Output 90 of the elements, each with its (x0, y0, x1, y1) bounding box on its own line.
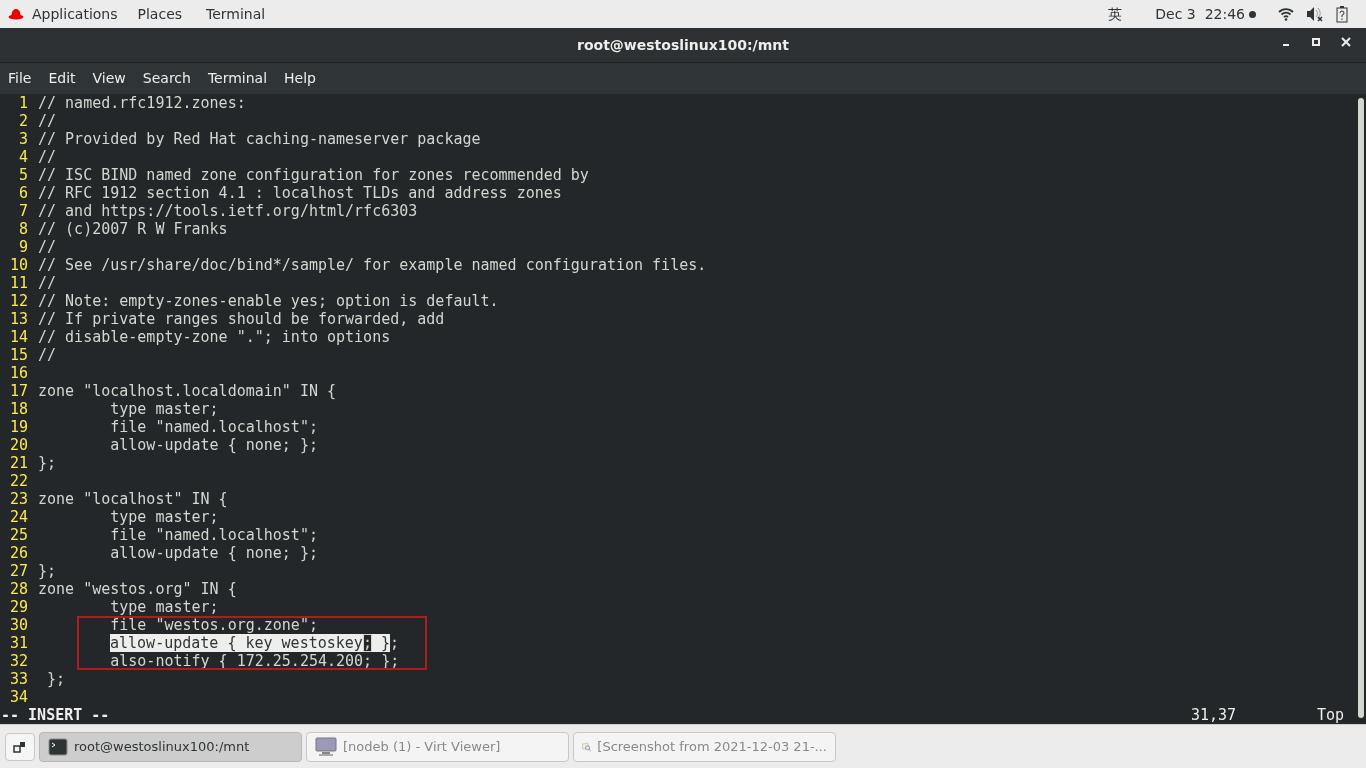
clock[interactable]: Dec 3 22:46 (1155, 3, 1245, 25)
volume-muted-icon[interactable] (1306, 6, 1324, 22)
code-line: // (38, 112, 57, 130)
terminal-icon (48, 737, 68, 756)
line-number: 6 (17, 184, 28, 202)
line-number: 22 (8, 472, 28, 490)
input-method-indicator[interactable]: 英 (1108, 3, 1123, 25)
code-line: // ISC BIND named zone configuration for zones recommended by (38, 166, 589, 184)
code-line: zone "localhost.localdomain" IN { (38, 382, 336, 400)
code-line: // See /usr/share/doc/bind*/sample/ for example named configuration files. (38, 256, 707, 274)
code-line: file "named.localhost"; (109, 418, 318, 436)
code-line: file "westos.org.zone"; (109, 616, 318, 634)
code-line: // disable-empty-zone "."; into options (38, 328, 391, 346)
line-number: 15 (8, 346, 28, 364)
line-number: 27 (8, 562, 28, 580)
window-list-icon (13, 739, 27, 754)
line-number: 5 (17, 166, 28, 184)
line-number: 20 (8, 436, 28, 454)
show-desktop-button[interactable] (5, 732, 35, 761)
line-number: 34 (8, 688, 28, 706)
code-line: // (38, 238, 57, 256)
battery-unknown-icon[interactable] (1336, 5, 1348, 23)
code-line: // Provided by Red Hat caching-nameserver package (38, 130, 481, 148)
line-number: 30 (8, 616, 28, 634)
line-number: 3 (17, 130, 28, 148)
line-number: 8 (17, 220, 28, 238)
line-number: 11 (8, 274, 28, 292)
line-number: 2 (17, 112, 28, 130)
menu-item[interactable]: View (92, 68, 126, 89)
wifi-icon[interactable] (1278, 7, 1294, 21)
line-number: 25 (8, 526, 28, 544)
code-line: // RFC 1912 section 4.1 : localhost TLDs and address zones (38, 184, 562, 202)
cursor-position: 31,37 (1191, 706, 1238, 724)
line-number: 7 (17, 202, 28, 220)
line-number: 9 (17, 238, 28, 256)
line-number: 4 (17, 148, 28, 166)
code-line: zone "westos.org" IN { (38, 580, 237, 598)
line-number: 29 (8, 598, 28, 616)
menu-item[interactable]: Terminal (207, 68, 268, 89)
line-number: 18 (8, 400, 28, 418)
menu-item[interactable]: Search (142, 68, 191, 89)
code-line: // If private ranges should be forwarded, add (38, 310, 445, 328)
scroll-position: Top (1317, 706, 1346, 724)
line-number: 26 (8, 544, 28, 562)
menu-item[interactable]: Edit (48, 68, 76, 89)
code-line: // (38, 346, 57, 364)
code-line: // (38, 274, 57, 292)
close-icon[interactable] (1340, 36, 1352, 48)
code-line: }; (46, 670, 66, 688)
code-line: file "named.localhost"; (109, 526, 318, 544)
code-line: allow-update { none; }; (109, 544, 318, 562)
line-number: 32 (8, 652, 28, 670)
line-number: 13 (8, 310, 28, 328)
line-number: 19 (8, 418, 28, 436)
line-number: 1 (17, 94, 28, 112)
code-line: // named.rfc1912.zones: (38, 94, 246, 112)
line-number: 21 (8, 454, 28, 472)
hat-logo-icon (8, 8, 24, 20)
top-bar-menu[interactable]: Terminal (206, 3, 266, 25)
mode-indicator: -- INSERT -- (1, 706, 110, 724)
code-line: // Note: empty-zones-enable yes; option is default. (38, 292, 499, 310)
monitor-icon (315, 736, 337, 757)
code-line: // (38, 148, 57, 166)
code-line: // (c)2007 R W Franks (38, 220, 228, 238)
code-line: type master; (109, 598, 219, 616)
top-bar-menu[interactable]: Places (137, 3, 183, 25)
top-bar-menu[interactable]: Applications (32, 3, 118, 25)
line-number: 14 (8, 328, 28, 346)
code-line: type master; (109, 400, 219, 418)
line-number: 12 (8, 292, 28, 310)
menu-item[interactable]: Help (284, 68, 316, 89)
line-number: 33 (8, 670, 28, 688)
code-line: type master; (109, 508, 219, 526)
line-number: 16 (8, 364, 28, 382)
line-number: 10 (8, 256, 28, 274)
code-line: allow-update { none; }; (109, 436, 318, 454)
code-line: }; (38, 562, 57, 580)
line-number: 31 (8, 634, 28, 652)
code-line: // and https://tools.ietf.org/html/rfc6303 (38, 202, 418, 220)
line-number: 17 (8, 382, 28, 400)
taskbar-window-button[interactable]: root@westoslinux100:/mnt (39, 731, 302, 762)
line-number: 24 (8, 508, 28, 526)
line-number: 28 (8, 580, 28, 598)
maximize-icon[interactable] (1310, 36, 1322, 48)
line-number: 23 (8, 490, 28, 508)
code-line: }; (38, 454, 57, 472)
code-line: zone "localhost" IN { (38, 490, 228, 508)
code-line: allow-update { key westoskey; }; (109, 634, 399, 652)
menu-item[interactable]: File (8, 68, 32, 89)
window-title: root@westoslinux100:/mnt (577, 35, 789, 55)
